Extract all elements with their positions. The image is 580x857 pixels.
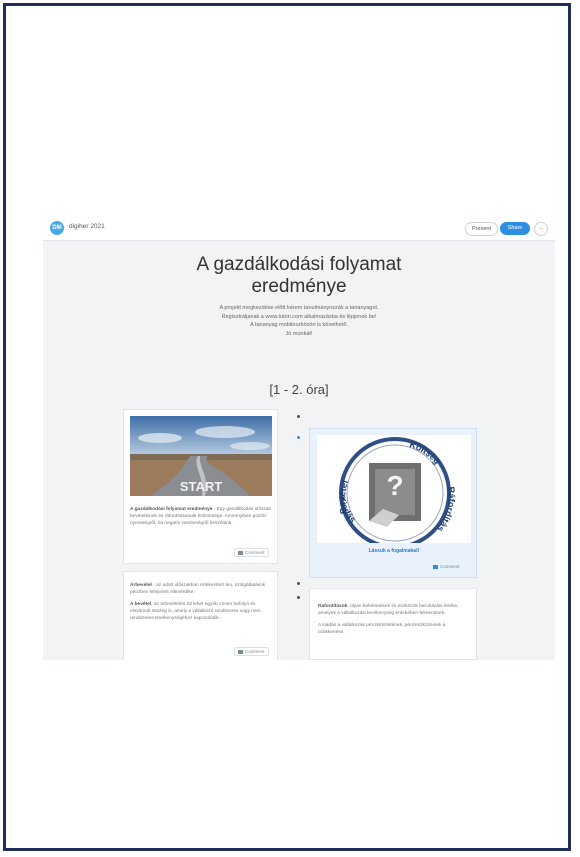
section-heading: [1 - 2. óra] <box>269 382 329 397</box>
start-road-label: START <box>180 479 222 494</box>
present-button[interactable]: Present <box>465 222 498 236</box>
arc-word-raforditas: Ráfordítás <box>435 486 457 534</box>
card-caption[interactable]: Lássuk a fogalmakat! <box>310 548 478 554</box>
card-body-text: Árbevétel - az adott időszakban értékesí… <box>130 583 266 621</box>
timeline-dot <box>297 436 300 439</box>
share-button[interactable]: Share <box>500 222 530 235</box>
concept-circle-icon: ? Bevétel Költség Ráfordítás Kiadás <box>337 437 457 543</box>
post-card-raforditasok[interactable]: Ráfordítások, olyan befektetések és eszk… <box>309 588 477 660</box>
brand-name: digiher 2021 <box>69 223 105 230</box>
post-card-concepts[interactable]: ? Bevétel Költség Ráfordítás Kiadás Láss… <box>309 428 477 578</box>
card-body-text: A gazdálkodási folyamat eredménye - Egy … <box>130 507 271 526</box>
question-mark: ? <box>386 470 403 501</box>
comment-icon <box>433 564 438 569</box>
timeline-dot <box>297 415 300 418</box>
svg-text:Ráfordítás: Ráfordítás <box>435 486 457 534</box>
comment-icon <box>238 649 243 654</box>
post-card-arbevetel[interactable]: Árbevétel - az adott időszakban értékesí… <box>123 571 278 660</box>
timeline-dot <box>297 582 300 585</box>
post-card-start[interactable]: START A gazdálkodási folyamat eredménye … <box>123 409 278 564</box>
comment-icon <box>238 550 243 555</box>
comment-button[interactable]: Comment <box>430 563 463 570</box>
document-frame: DM digiher 2021 Present Share ... A gazd… <box>3 3 571 851</box>
page-title: A gazdálkodási folyamat eredménye <box>196 254 402 297</box>
comment-button[interactable]: Comment <box>234 647 269 656</box>
road-start-image: START <box>130 416 272 496</box>
road-image-icon: START <box>130 416 272 496</box>
app-logo-icon: DM <box>50 221 64 235</box>
card-body-text: Ráfordítások, olyan befektetések és eszk… <box>318 604 459 635</box>
concepts-image: ? Bevétel Költség Ráfordítás Kiadás <box>317 435 471 543</box>
timeline-dot <box>297 596 300 599</box>
intro-text: A projekt megkezdése előtt kérem tanulmá… <box>219 305 379 337</box>
svg-text:Költség: Költség <box>408 439 442 466</box>
comment-button[interactable]: Comment <box>234 548 269 557</box>
arc-word-koltseg: Költség <box>408 439 442 466</box>
embedded-screenshot: DM digiher 2021 Present Share ... A gazd… <box>43 216 555 660</box>
more-options-button[interactable]: ... <box>534 222 548 236</box>
top-bar: DM digiher 2021 Present Share ... <box>43 216 555 241</box>
